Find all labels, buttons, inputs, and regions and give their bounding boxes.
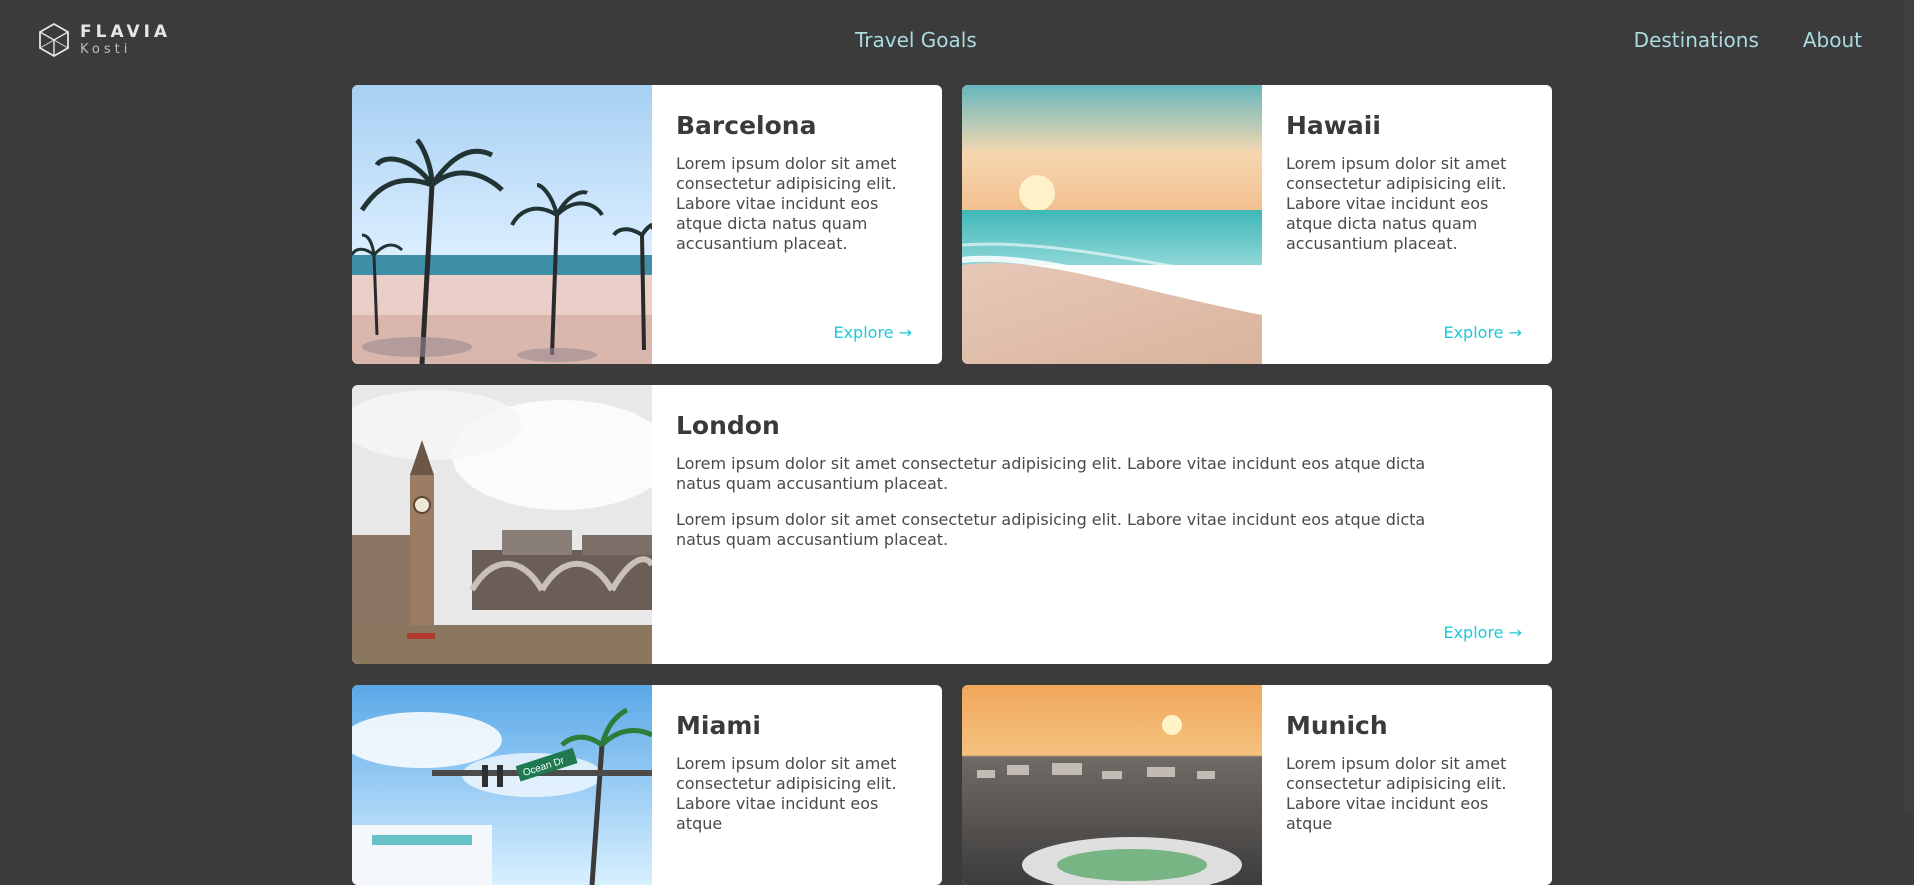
card-description: Lorem ipsum dolor sit amet consectetur a… — [676, 154, 897, 253]
card-description: Lorem ipsum dolor sit amet consectetur a… — [676, 454, 1426, 493]
card-title: Barcelona — [676, 111, 817, 140]
nav-destinations[interactable]: Destinations — [1634, 28, 1759, 52]
brand-name: FLAVIA — [80, 22, 172, 42]
destination-card-miami: Ocean Dr Miami Lorem ipsum dolor sit ame… — [352, 685, 942, 885]
top-navigation: FLAVIA Kosti Travel Goals Destinations A… — [0, 0, 1914, 80]
barcelona-image — [352, 85, 652, 364]
card-description: Lorem ipsum dolor sit amet consectetur a… — [1286, 754, 1507, 833]
explore-link[interactable]: Explore → — [1443, 323, 1522, 342]
munich-image — [962, 685, 1262, 885]
card-title: Miami — [676, 711, 761, 740]
hexagon-logo-icon — [39, 22, 69, 58]
card-title: London — [676, 411, 780, 440]
card-title: Munich — [1286, 711, 1388, 740]
card-description-2: Lorem ipsum dolor sit amet consectetur a… — [676, 510, 1426, 549]
card-description: Lorem ipsum dolor sit amet consectetur a… — [676, 754, 897, 833]
brand-logo[interactable]: FLAVIA Kosti — [38, 22, 171, 58]
scrollbar[interactable] — [1904, 0, 1914, 812]
destination-card-london: London Lorem ipsum dolor sit amet consec… — [352, 385, 1552, 664]
card-title: Hawaii — [1286, 111, 1381, 140]
brand-subname: Kosti — [80, 42, 132, 57]
destination-card-barcelona: Barcelona Lorem ipsum dolor sit amet con… — [352, 85, 942, 364]
destination-card-hawaii: Hawaii Lorem ipsum dolor sit amet consec… — [962, 85, 1552, 364]
nav-about[interactable]: About — [1803, 28, 1862, 52]
nav-right: Destinations About — [1634, 28, 1862, 52]
explore-link[interactable]: Explore → — [1443, 623, 1522, 642]
london-image — [352, 385, 652, 664]
card-description: Lorem ipsum dolor sit amet consectetur a… — [1286, 154, 1507, 253]
destination-card-munich: Munich Lorem ipsum dolor sit amet consec… — [962, 685, 1552, 885]
nav-travel-goals[interactable]: Travel Goals — [855, 28, 977, 52]
explore-link[interactable]: Explore → — [833, 323, 912, 342]
hawaii-image — [962, 85, 1262, 364]
miami-image: Ocean Dr — [352, 685, 652, 885]
